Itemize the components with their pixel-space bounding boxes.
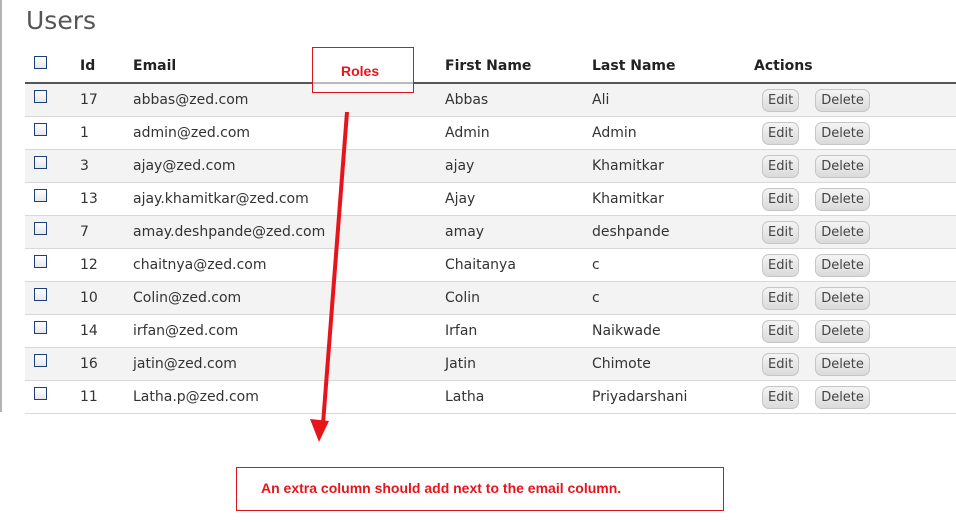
arrow-head <box>310 419 329 442</box>
annotation-arrow <box>310 111 349 442</box>
note-callout-text: An extra column should add next to the e… <box>261 480 622 496</box>
arrow-shaft <box>321 111 349 425</box>
